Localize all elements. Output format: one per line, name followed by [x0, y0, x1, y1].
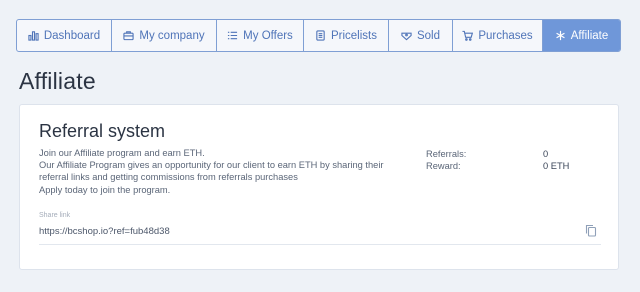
tab-label: My company	[139, 29, 205, 42]
tab-pricelists[interactable]: Pricelists	[304, 20, 389, 51]
description-line: Apply today to join the program.	[39, 184, 171, 195]
reward-value: 0 ETH	[543, 161, 570, 172]
referral-description: Join our Affiliate program and earn ETH.…	[39, 147, 409, 196]
description-line: Join our Affiliate program and earn ETH.	[39, 148, 205, 158]
referrals-label: Referrals:	[426, 149, 467, 159]
list-icon	[228, 31, 238, 40]
reward-label: Reward:	[426, 161, 461, 172]
description-line: Our Affiliate Program gives an opportuni…	[39, 160, 384, 183]
share-link-underline	[39, 244, 601, 245]
copy-icon[interactable]	[585, 224, 597, 237]
document-icon	[316, 30, 325, 41]
referrals-value: 0	[543, 149, 549, 159]
tab-label: Dashboard	[43, 29, 101, 42]
tab-purchases[interactable]: Purchases	[453, 20, 543, 51]
tab-affiliate[interactable]: Affiliate	[543, 20, 620, 51]
tab-label: Sold	[416, 29, 441, 42]
referrals-row: Referrals: 0	[426, 148, 569, 160]
tab-label: Purchases	[478, 29, 533, 42]
tab-label: Pricelists	[330, 29, 377, 42]
referral-card: Referral system Join our Affiliate progr…	[19, 104, 619, 270]
tab-label: My Offers	[243, 29, 293, 42]
cart-icon	[462, 30, 474, 41]
page-title: Affiliate	[19, 68, 96, 94]
asterisk-icon	[555, 30, 565, 41]
share-link-field[interactable]: https://bcshop.io?ref=fub48d38	[39, 226, 170, 237]
briefcase-icon	[123, 31, 135, 41]
tab-dashboard[interactable]: Dashboard	[17, 20, 112, 51]
referral-title: Referral system	[39, 121, 166, 141]
tab-sold[interactable]: Sold	[389, 20, 453, 51]
main-nav-tabs: Dashboard My company My Offers Pricelist…	[16, 19, 621, 52]
tag-icon	[401, 32, 412, 41]
reward-row: Reward: 0 ETH	[426, 160, 569, 172]
share-link-label: Share link	[39, 212, 71, 219]
bar-chart-icon	[28, 31, 39, 41]
referral-stats: Referrals: 0 Reward: 0 ETH	[426, 148, 569, 172]
tab-my-offers[interactable]: My Offers	[217, 20, 304, 51]
tab-my-company[interactable]: My company	[112, 20, 217, 51]
tab-label: Affiliate	[570, 29, 609, 42]
